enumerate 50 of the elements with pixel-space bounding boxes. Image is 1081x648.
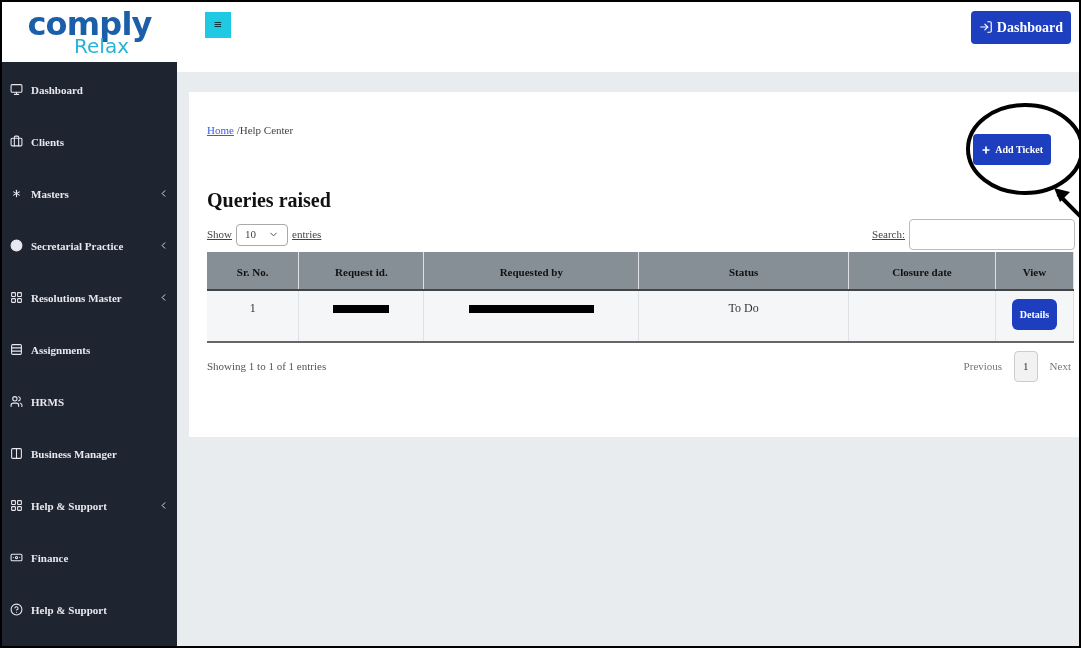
users-icon — [10, 395, 23, 408]
search-label: Search: — [872, 227, 905, 243]
sidebar-item[interactable]: Help & Support — [2, 594, 177, 646]
plus-icon — [981, 144, 992, 155]
login-icon — [978, 20, 993, 34]
sidebar-item[interactable]: Resolutions Master — [2, 282, 177, 334]
column-header[interactable]: View — [1022, 265, 1047, 278]
sidebar-item[interactable]: Assignments — [2, 334, 177, 386]
search-field[interactable] — [909, 219, 1075, 250]
help-icon — [10, 603, 23, 616]
asterisk-icon — [10, 187, 23, 200]
details-button[interactable]: Details — [1011, 299, 1058, 330]
breadcrumb: Home /Help Center — [207, 123, 294, 138]
column-header[interactable]: Closure date — [892, 265, 952, 278]
columns-icon — [10, 447, 23, 460]
column-header[interactable]: Request id. — [335, 265, 388, 278]
sidebar-item[interactable]: Help & Support — [2, 490, 177, 542]
sidebar-item[interactable]: HRMS — [2, 386, 177, 438]
table-cell: To Do — [728, 301, 759, 315]
next-link[interactable]: Next — [1049, 358, 1071, 375]
table-cell: 1 — [249, 301, 256, 315]
list-icon — [10, 343, 23, 356]
sidebar-item[interactable]: Dashboard — [2, 74, 177, 126]
column-header[interactable]: Sr. No. — [236, 265, 269, 278]
logo: comply Relax — [2, 2, 177, 62]
page-size-select[interactable]: 10 — [236, 223, 289, 246]
grid-icon — [10, 291, 23, 304]
previous-link[interactable]: Previous — [963, 358, 1003, 375]
show-label: Show — [207, 227, 233, 243]
menu-button[interactable]: ≡ — [205, 12, 231, 38]
sidebar-item[interactable]: Masters — [2, 178, 177, 230]
dashboard-button[interactable]: Dashboard — [970, 10, 1071, 44]
entries-label: entries — [292, 227, 322, 243]
banknote-icon — [10, 551, 23, 564]
page-button[interactable]: 1 — [1014, 351, 1038, 382]
page-title: Queries raised — [207, 188, 331, 213]
table-info: Showing 1 to 1 of 1 entries — [207, 359, 327, 374]
add-ticket-button[interactable]: Add Ticket — [973, 134, 1051, 165]
sidebar-item[interactable]: Secretarial Practice — [2, 230, 177, 282]
redaction-bar — [333, 305, 390, 313]
sidebar-item[interactable]: Finance — [2, 542, 177, 594]
grid-icon — [10, 499, 23, 512]
column-header[interactable]: Requested by — [499, 265, 563, 278]
column-header[interactable]: Status — [729, 265, 759, 278]
sidebar-item[interactable]: Business Manager — [2, 438, 177, 490]
monitor-icon — [10, 83, 23, 96]
briefcase-icon — [10, 135, 23, 148]
sidebar-item[interactable]: Clients — [2, 126, 177, 178]
home-link[interactable]: Home — [207, 124, 234, 136]
circle-icon — [10, 239, 23, 252]
